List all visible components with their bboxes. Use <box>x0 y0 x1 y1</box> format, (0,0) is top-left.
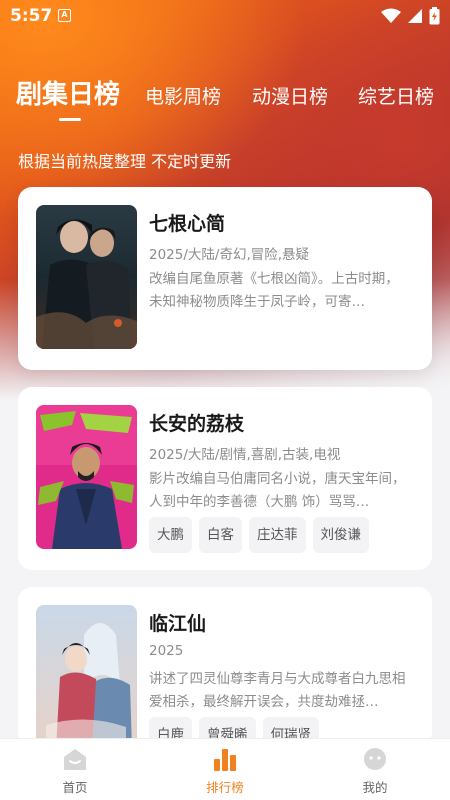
cast-tag[interactable]: 大鹏 <box>149 517 192 553</box>
cast-tag[interactable]: 庄达菲 <box>249 517 306 553</box>
nav-profile[interactable]: 我的 <box>325 747 425 796</box>
nav-label: 我的 <box>362 780 388 795</box>
notification-icon: A <box>58 9 71 22</box>
bottom-navigation: 首页 排行榜 我的 <box>0 738 450 800</box>
ranking-tabs: 剧集日榜 电影周榜 动漫日榜 综艺日榜 <box>0 72 450 132</box>
poster-image <box>36 205 137 349</box>
item-meta: 2025 <box>149 643 184 659</box>
item-meta: 2025/大陆/剧情,喜剧,古装,电视 <box>149 447 341 463</box>
wifi-icon <box>381 8 401 23</box>
poster-image <box>36 605 137 747</box>
item-description: 影片改编自马伯庸同名小说，唐天宝年间，人到中年的李善德（大鹏 饰）骂骂… <box>149 471 406 510</box>
active-tab-indicator <box>59 118 81 121</box>
nav-label: 首页 <box>62 780 88 795</box>
battery-icon <box>429 7 440 25</box>
ranking-card[interactable]: 临江仙 2025 讲述了四灵仙尊李青月与大成尊者白九思相爱相杀，最终解开误会，共… <box>18 587 432 747</box>
tab-anime-daily[interactable]: 动漫日榜 <box>252 82 328 109</box>
nav-ranking[interactable]: 排行榜 <box>175 747 275 796</box>
ranking-card[interactable]: 长安的荔枝 2025/大陆/剧情,喜剧,古装,电视 影片改编自马伯庸同名小说，唐… <box>18 387 432 570</box>
item-title: 长安的荔枝 <box>149 413 245 435</box>
item-title: 七根心简 <box>149 213 226 235</box>
nav-label: 排行榜 <box>206 780 244 795</box>
ranking-subtitle: 根据当前热度整理 不定时更新 <box>18 152 232 171</box>
status-time: 5:57 <box>10 6 53 26</box>
nav-home[interactable]: 首页 <box>25 747 125 796</box>
item-description: 讲述了四灵仙尊李青月与大成尊者白九思相爱相杀，最终解开误会，共度劫难拯… <box>149 671 406 710</box>
item-description: 改编自尾鱼原著《七根凶简》。上古时期，未知神秘物质降生于凤子岭，可寄… <box>149 271 399 310</box>
tab-movie-weekly[interactable]: 电影周榜 <box>145 82 221 109</box>
tab-drama-daily[interactable]: 剧集日榜 <box>16 74 120 111</box>
profile-icon <box>364 748 386 770</box>
ranking-card[interactable]: 七根心简 2025/大陆/奇幻,冒险,悬疑 改编自尾鱼原著《七根凶简》。上古时期… <box>18 187 432 370</box>
tab-variety-daily[interactable]: 综艺日榜 <box>358 82 434 109</box>
home-icon <box>64 749 86 770</box>
item-meta: 2025/大陆/奇幻,冒险,悬疑 <box>149 247 310 263</box>
poster-image <box>36 405 137 549</box>
cast-tag[interactable]: 白客 <box>199 517 242 553</box>
ranking-icon <box>214 749 236 771</box>
item-title: 临江仙 <box>149 613 207 635</box>
status-bar: 5:57 A <box>0 0 450 32</box>
signal-icon <box>408 9 422 23</box>
cast-tags: 大鹏 白客 庄达菲 刘俊谦 <box>149 517 369 553</box>
cast-tag[interactable]: 刘俊谦 <box>312 517 369 553</box>
